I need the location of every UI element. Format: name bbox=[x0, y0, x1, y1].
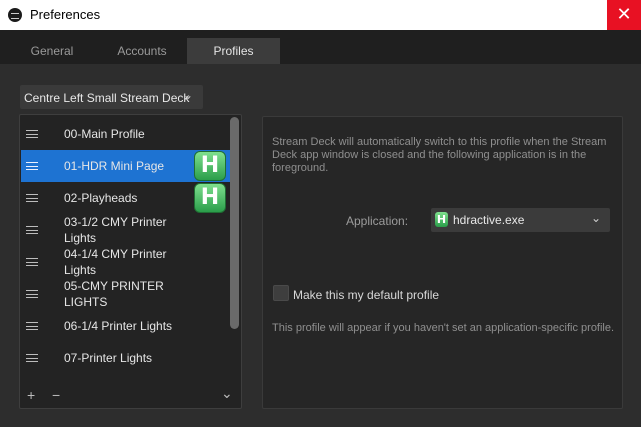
drag-handle-icon[interactable] bbox=[26, 290, 38, 298]
drag-handle-icon[interactable] bbox=[26, 322, 38, 330]
profile-name: 02-Playheads bbox=[64, 191, 138, 205]
profile-name: 07-Printer Lights bbox=[64, 351, 153, 365]
profile-name: 01-HDR Mini Page bbox=[64, 159, 165, 173]
profile-name: 04-1/4 CMY Printer Lights bbox=[64, 247, 167, 277]
profiles-page: Centre Left Small Stream Deck ⌄ 00-Main … bbox=[0, 64, 641, 427]
drag-handle-icon[interactable] bbox=[26, 354, 38, 362]
profile-row[interactable]: 06-1/4 Printer Lights bbox=[21, 310, 231, 342]
default-profile-label[interactable]: Make this my default profile bbox=[293, 288, 439, 302]
profile-row[interactable]: 03-1/2 CMY Printer Lights bbox=[21, 214, 231, 246]
hdractive-app-icon: H bbox=[194, 151, 226, 181]
device-dropdown[interactable]: Centre Left Small Stream Deck ⌄ bbox=[20, 85, 203, 109]
chevron-down-icon: ⌄ bbox=[182, 88, 193, 102]
profile-name: 05-CMY PRINTER LIGHTS bbox=[64, 279, 164, 309]
profile-row[interactable]: 07-Printer Lights bbox=[21, 342, 231, 374]
profile-name: 00-Main Profile bbox=[64, 127, 145, 141]
profile-row[interactable]: 04-1/4 CMY Printer Lights bbox=[21, 246, 231, 278]
profile-list: 00-Main Profile 01-HDR Mini Page 02-Play… bbox=[19, 114, 242, 409]
add-profile-button[interactable]: + bbox=[27, 387, 35, 403]
default-profile-hint: This profile will appear if you haven't … bbox=[272, 322, 615, 334]
drag-handle-icon[interactable] bbox=[26, 162, 38, 170]
profile-settings-panel: Stream Deck will automatically switch to… bbox=[262, 116, 623, 409]
drag-handle-icon[interactable] bbox=[26, 258, 38, 266]
title-bar: Preferences ✕ bbox=[0, 0, 641, 30]
application-dropdown[interactable]: H hdractive.exe ⌄ bbox=[431, 208, 610, 232]
drag-handle-icon[interactable] bbox=[26, 194, 38, 202]
tab-bar: General Accounts Profiles bbox=[0, 30, 641, 64]
chevron-down-icon: ⌄ bbox=[590, 211, 601, 225]
profile-name: 06-1/4 Printer Lights bbox=[64, 319, 173, 333]
profile-row[interactable]: 00-Main Profile bbox=[21, 118, 231, 150]
window-title: Preferences bbox=[30, 7, 101, 22]
drag-handle-icon[interactable] bbox=[26, 130, 38, 138]
tab-profiles[interactable]: Profiles bbox=[187, 38, 280, 64]
application-label: Application: bbox=[346, 214, 409, 228]
hdractive-app-icon: H bbox=[194, 183, 226, 213]
list-scrollbar[interactable] bbox=[230, 117, 239, 329]
stream-deck-app-icon bbox=[8, 8, 22, 22]
profile-row[interactable]: 05-CMY PRINTER LIGHTS bbox=[21, 278, 231, 310]
profile-name: 03-1/2 CMY Printer Lights bbox=[64, 215, 167, 245]
hdractive-app-icon: H bbox=[435, 212, 448, 227]
application-dropdown-value: hdractive.exe bbox=[453, 213, 525, 227]
tab-accounts[interactable]: Accounts bbox=[90, 38, 194, 64]
default-profile-checkbox[interactable] bbox=[273, 285, 289, 301]
close-button[interactable]: ✕ bbox=[607, 0, 641, 30]
device-dropdown-value: Centre Left Small Stream Deck bbox=[24, 91, 190, 105]
auto-switch-description: Stream Deck will automatically switch to… bbox=[272, 136, 607, 174]
tab-general[interactable]: General bbox=[0, 38, 104, 64]
remove-profile-button[interactable]: − bbox=[52, 387, 60, 403]
more-options-chevron-icon[interactable]: ⌄ bbox=[221, 385, 233, 402]
drag-handle-icon[interactable] bbox=[26, 226, 38, 234]
